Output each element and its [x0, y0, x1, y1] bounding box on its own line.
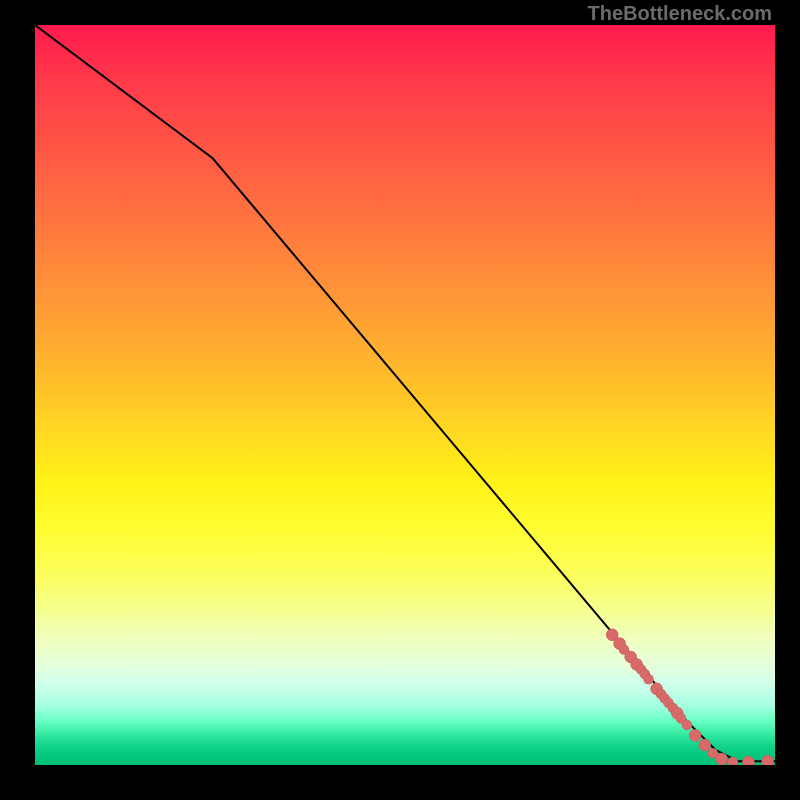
chart-svg [35, 25, 775, 765]
plot-area [35, 25, 775, 765]
chart-markers [606, 629, 773, 765]
chart-marker [728, 757, 738, 765]
chart-line [35, 25, 775, 761]
chart-marker [682, 720, 692, 730]
watermark-text: TheBottleneck.com [588, 3, 772, 26]
chart-marker [716, 753, 728, 765]
chart-frame: TheBottleneck.com [0, 0, 800, 800]
chart-marker [742, 756, 754, 765]
chart-marker [699, 739, 711, 751]
chart-marker [762, 755, 774, 765]
chart-marker [689, 729, 701, 741]
chart-marker [644, 674, 654, 684]
